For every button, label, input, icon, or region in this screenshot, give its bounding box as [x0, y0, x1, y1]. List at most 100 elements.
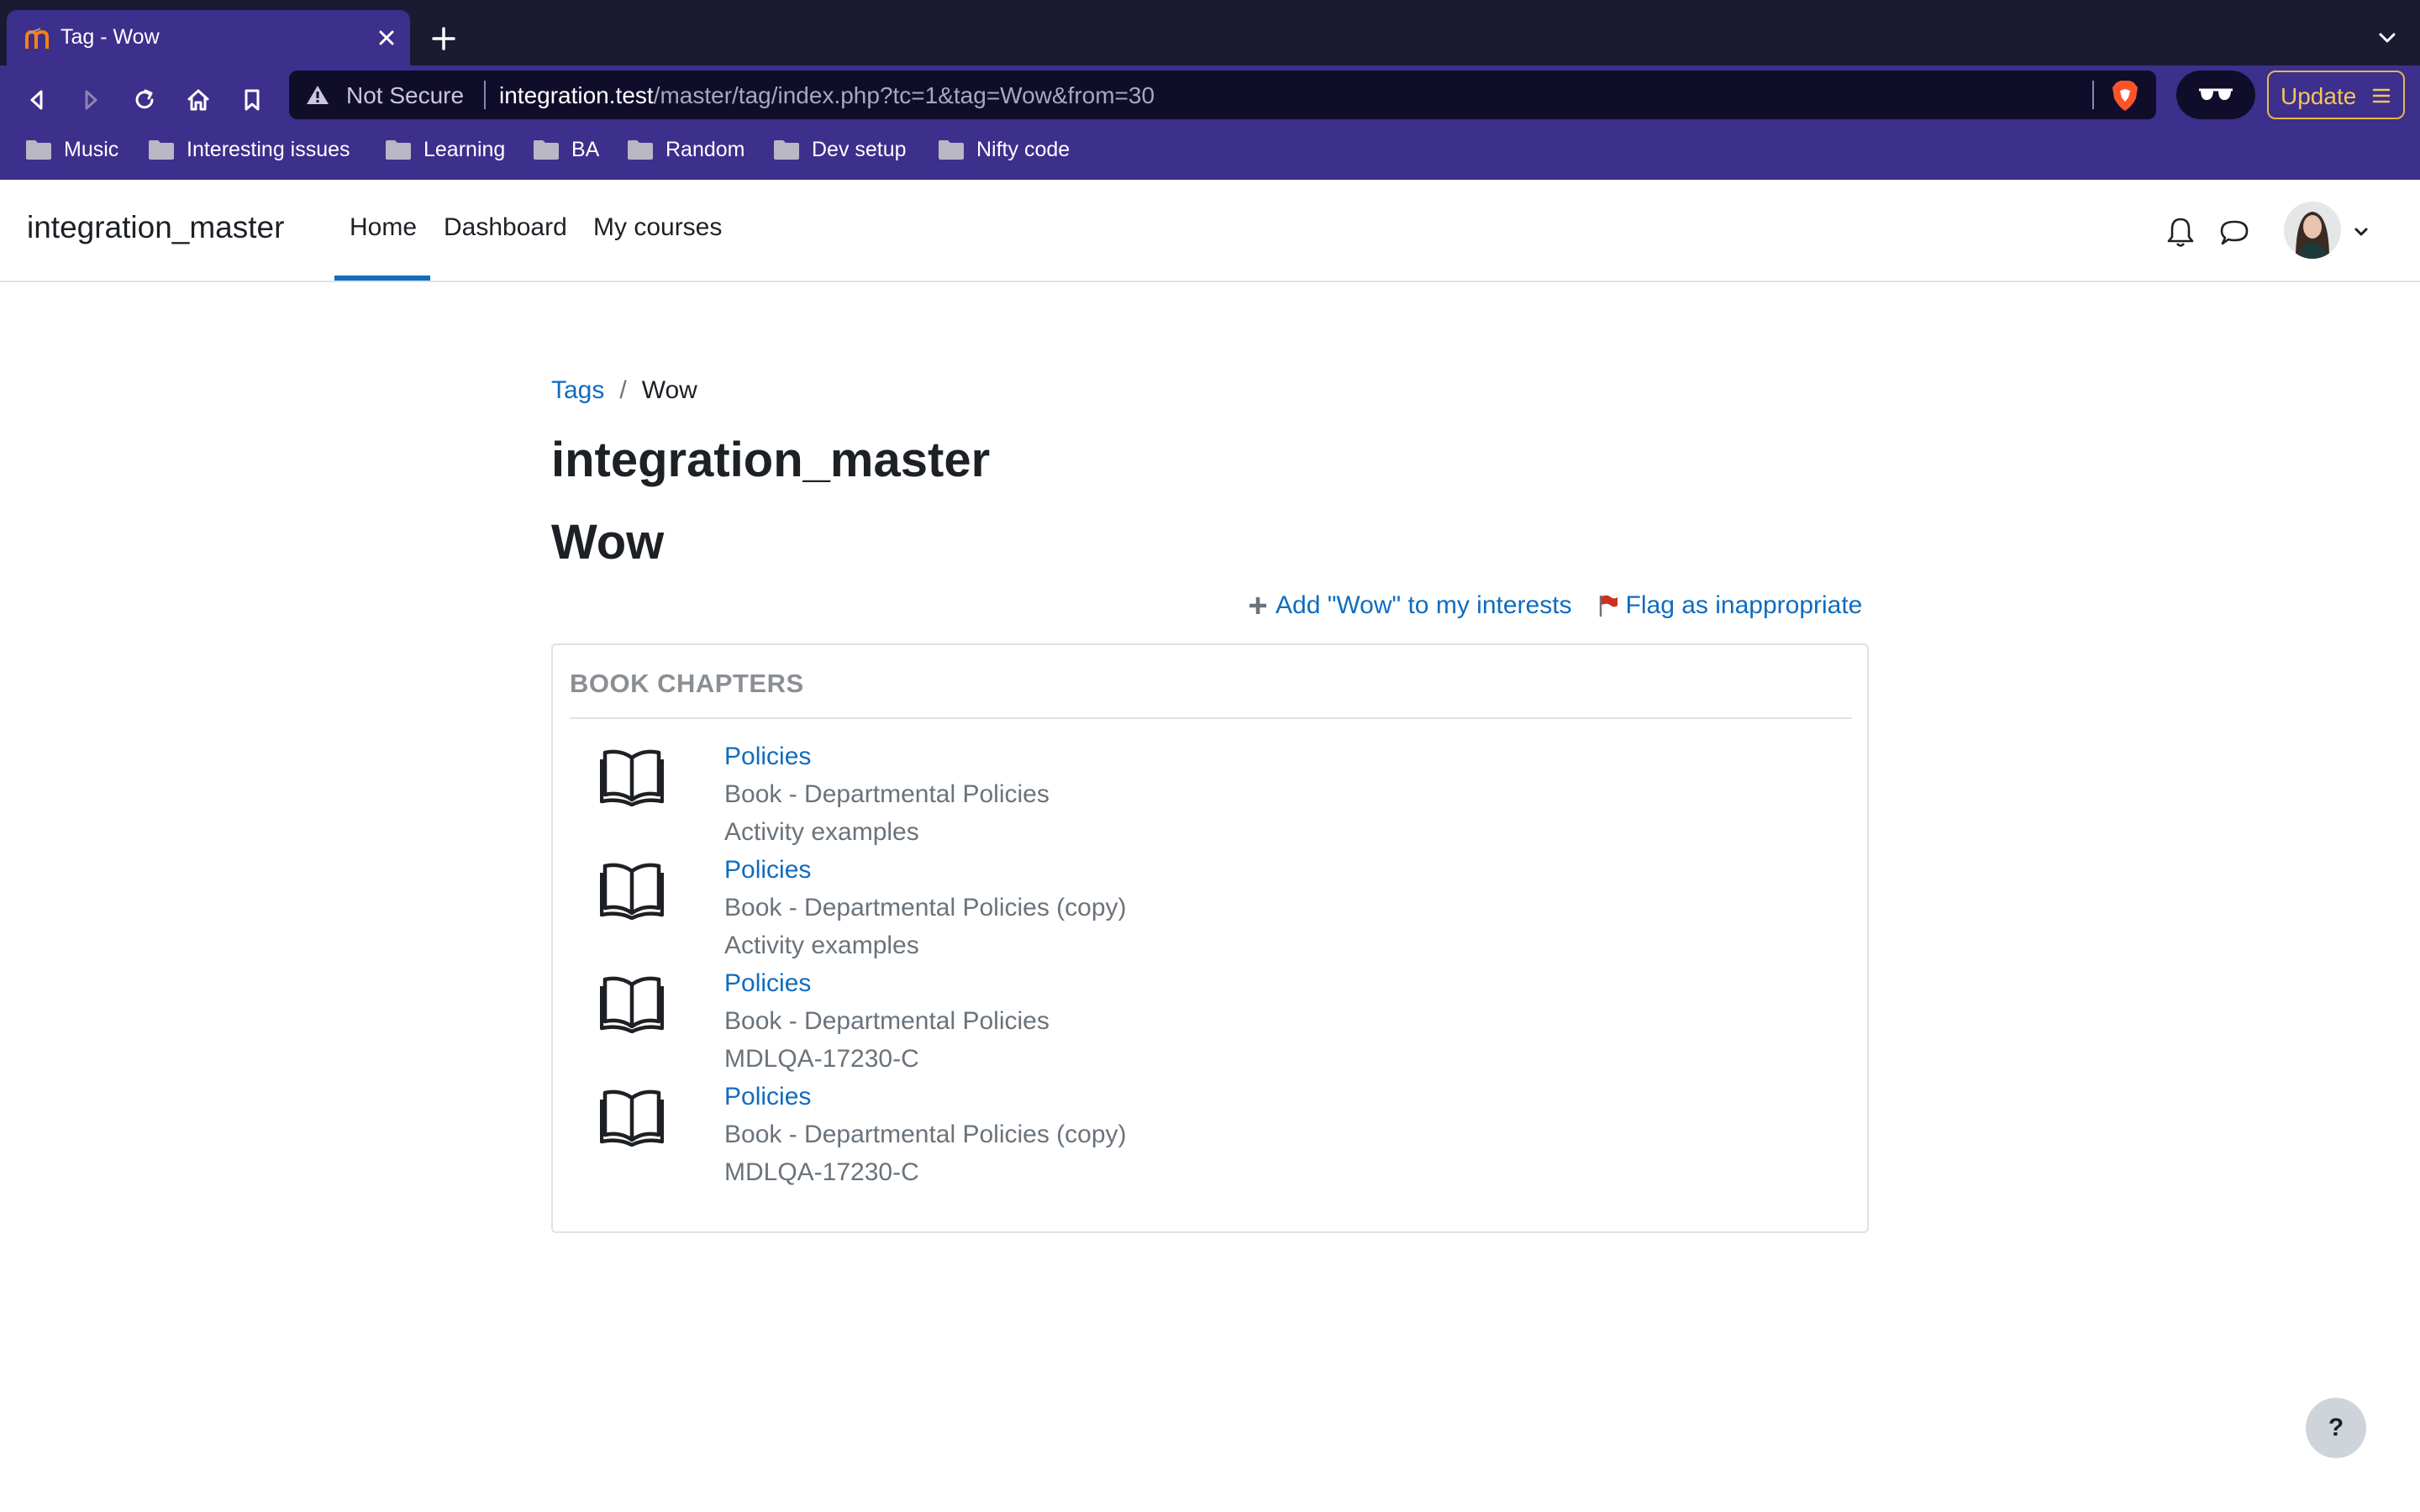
- book-context: Book - Departmental Policies (copy): [724, 1121, 1127, 1148]
- bookmark-folder-random[interactable]: Random: [627, 134, 745, 165]
- breadcrumb: Tags / Wow: [551, 376, 697, 405]
- book-context: Book - Departmental Policies: [724, 1007, 1050, 1035]
- reader-mode-button[interactable]: [2176, 71, 2255, 119]
- folder-icon: [534, 140, 559, 160]
- update-label: Update: [2281, 83, 2357, 109]
- book-icon: [600, 1089, 664, 1147]
- add-to-interests-label: Add "Wow" to my interests: [1276, 591, 1572, 619]
- breadcrumb-separator: /: [619, 376, 627, 404]
- reload-icon: [135, 89, 154, 109]
- course-context: MDLQA-17230-C: [724, 1045, 919, 1073]
- browser-tabstrip: Tag - Wow: [0, 0, 2420, 66]
- book-context: Book - Departmental Policies: [724, 780, 1050, 808]
- list-item: Policies Book - Departmental Policies (c…: [600, 851, 1776, 964]
- browser-tab[interactable]: Tag - Wow: [7, 10, 410, 66]
- glasses-icon: [2199, 88, 2233, 100]
- list-item: Policies Book - Departmental Policies Ac…: [600, 738, 1776, 851]
- section-title: BOOK CHAPTERS: [570, 669, 804, 698]
- tag-actions: Add "Wow" to my interests Flag as inappr…: [1247, 591, 1862, 620]
- bookmark-label: Random: [666, 137, 745, 161]
- section-divider: [570, 717, 1852, 719]
- course-context: MDLQA-17230-C: [724, 1158, 919, 1186]
- forward-arrow-icon: [85, 90, 97, 110]
- book-icon: [600, 976, 664, 1033]
- url-text[interactable]: integration.test/master/tag/index.php?tc…: [499, 82, 1155, 109]
- tag-title: Wow: [551, 515, 665, 570]
- site-brand[interactable]: integration_master: [27, 210, 284, 245]
- bookmark-folder-ba[interactable]: BA: [533, 134, 599, 165]
- reload-button[interactable]: [124, 80, 165, 120]
- close-tab-icon[interactable]: [373, 24, 400, 51]
- chapter-link[interactable]: Policies: [724, 1078, 1127, 1116]
- list-item: Policies Book - Departmental Policies (c…: [600, 1078, 1776, 1191]
- book-chapters-card: BOOK CHAPTERS Policies Book - Department…: [551, 643, 1869, 1233]
- bell-icon[interactable]: [2165, 215, 2196, 249]
- moodle-favicon-icon: [25, 28, 49, 49]
- home-button[interactable]: [178, 80, 218, 120]
- folder-icon: [386, 140, 411, 160]
- update-button[interactable]: Update: [2267, 71, 2405, 119]
- address-bar[interactable]: Not Secure integration.test/master/tag/i…: [289, 71, 2156, 119]
- bookmark-label: Dev setup: [812, 137, 907, 161]
- folder-icon: [774, 140, 799, 160]
- chapter-link[interactable]: Policies: [724, 851, 1127, 889]
- nav-active-indicator: [334, 276, 430, 281]
- back-arrow-icon: [30, 90, 43, 110]
- help-button[interactable]: ?: [2306, 1398, 2366, 1458]
- list-item: Policies Book - Departmental Policies MD…: [600, 964, 1776, 1078]
- add-to-interests-link[interactable]: Add "Wow" to my interests: [1247, 591, 1572, 620]
- back-button[interactable]: [17, 80, 57, 120]
- bookmark-folder-interesting-issues[interactable]: Interesting issues: [148, 134, 350, 165]
- folder-icon: [628, 140, 653, 160]
- flag-icon: [1599, 595, 1618, 617]
- url-divider-right: [2092, 81, 2094, 109]
- browser-toolbar: Not Secure integration.test/master/tag/i…: [0, 66, 2420, 188]
- bookmark-label: Learning: [424, 137, 506, 161]
- url-host: integration.test: [499, 82, 654, 108]
- bookmark-label: Nifty code: [976, 137, 1071, 161]
- home-icon: [187, 89, 209, 111]
- bookmark-folder-dev-setup[interactable]: Dev setup: [773, 134, 907, 165]
- course-context: Activity examples: [724, 932, 919, 959]
- bookmark-label: Music: [64, 137, 119, 161]
- book-icon: [600, 863, 664, 920]
- bookmark-button[interactable]: [232, 80, 272, 120]
- bookmark-folder-learning[interactable]: Learning: [385, 134, 505, 165]
- page-title: integration_master: [551, 433, 991, 487]
- menu-icon: [2372, 88, 2391, 103]
- url-path: /master/tag/index.php?tc=1&tag=Wow&from=…: [653, 82, 1155, 108]
- brave-shields-icon[interactable]: [2111, 80, 2139, 112]
- bookmark-label: Interesting issues: [187, 137, 350, 161]
- folder-icon: [149, 140, 174, 160]
- avatar[interactable]: [2284, 202, 2341, 259]
- chapter-link[interactable]: Policies: [724, 738, 1050, 775]
- site-navbar: integration_master Home Dashboard My cou…: [0, 180, 2420, 282]
- nav-home[interactable]: Home: [350, 213, 417, 242]
- bookmark-folder-nifty-code[interactable]: Nifty code: [938, 134, 1070, 165]
- flag-inappropriate-label: Flag as inappropriate: [1625, 591, 1863, 619]
- chevron-down-icon[interactable]: [2351, 222, 2371, 242]
- chat-icon[interactable]: [2218, 217, 2250, 249]
- book-icon: [600, 749, 664, 806]
- folder-icon: [26, 140, 51, 160]
- course-context: Activity examples: [724, 818, 919, 846]
- breadcrumb-tags-link[interactable]: Tags: [551, 376, 604, 405]
- forward-button[interactable]: [71, 80, 111, 120]
- bookmark-label: BA: [571, 137, 600, 161]
- new-tab-icon[interactable]: [427, 22, 460, 55]
- url-divider: [484, 81, 486, 109]
- breadcrumb-current: Wow: [641, 376, 697, 404]
- plus-icon: [1249, 597, 1266, 614]
- book-context: Book - Departmental Policies (copy): [724, 894, 1127, 921]
- nav-dashboard[interactable]: Dashboard: [444, 213, 567, 242]
- folder-icon: [939, 140, 964, 160]
- chapter-link[interactable]: Policies: [724, 964, 1050, 1002]
- warning-icon: [307, 86, 329, 104]
- tab-title: Tag - Wow: [60, 25, 160, 49]
- security-label[interactable]: Not Secure: [346, 82, 464, 109]
- flag-inappropriate-link[interactable]: Flag as inappropriate: [1597, 591, 1863, 620]
- bookmark-folder-music[interactable]: Music: [25, 134, 118, 165]
- bookmark-icon: [245, 89, 260, 111]
- nav-my-courses[interactable]: My courses: [593, 213, 722, 242]
- tab-list-chevron-icon[interactable]: [2375, 25, 2400, 50]
